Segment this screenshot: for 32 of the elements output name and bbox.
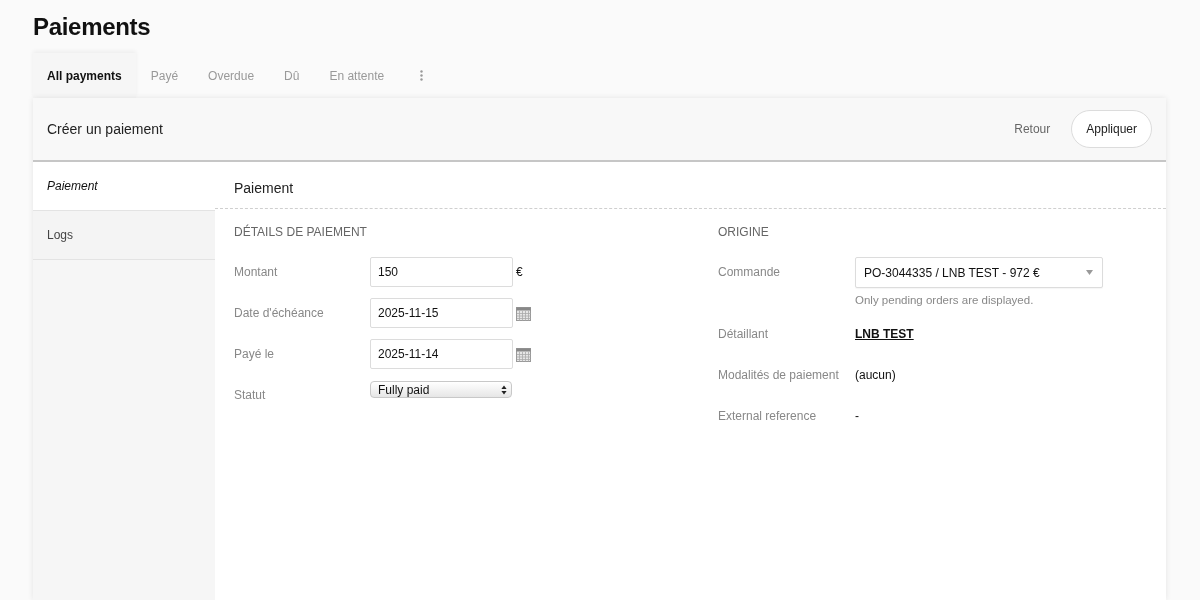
field-label: Commande bbox=[718, 264, 782, 281]
tab[interactable]: All payments bbox=[33, 53, 136, 98]
currency-label: € bbox=[516, 264, 523, 281]
field-label: Détaillant bbox=[718, 326, 770, 343]
calendar-icon[interactable] bbox=[516, 307, 531, 321]
page-title: Paiements bbox=[33, 12, 151, 42]
panel-title: Créer un paiement bbox=[47, 121, 164, 137]
input-field[interactable]: 150 bbox=[370, 257, 513, 287]
calendar-icon[interactable] bbox=[516, 348, 531, 362]
date-field[interactable]: 2025-11-14 bbox=[370, 339, 513, 369]
status-select[interactable]: Fully paid bbox=[370, 381, 512, 398]
caret-icon bbox=[1086, 270, 1093, 275]
group-heading: DÉTAILS DE PAIEMENT bbox=[234, 224, 367, 240]
more-icon[interactable] bbox=[420, 70, 424, 81]
sidebar-item[interactable]: Paiement bbox=[33, 162, 215, 211]
field-label: Statut bbox=[234, 387, 267, 404]
field-value: (aucun) bbox=[855, 367, 896, 384]
field-label: Montant bbox=[234, 264, 279, 281]
field-label: Modalités de paiement bbox=[718, 367, 840, 384]
updown-arrows-icon bbox=[501, 384, 507, 395]
apply-button[interactable]: Appliquer bbox=[1071, 110, 1152, 148]
field-label: Payé le bbox=[234, 346, 276, 363]
field-label: External reference bbox=[718, 408, 818, 425]
section-title: Paiement bbox=[234, 180, 294, 196]
date-field[interactable]: 2025-11-15 bbox=[370, 298, 513, 328]
order-select[interactable]: PO-3044335 / LNB TEST - 972 € bbox=[855, 257, 1103, 288]
field-value: - bbox=[855, 408, 859, 425]
group-heading: ORIGINE bbox=[718, 224, 769, 240]
retailer-link[interactable]: LNB TEST bbox=[855, 319, 914, 349]
help-text: Only pending orders are displayed. bbox=[855, 293, 1034, 308]
back-link[interactable]: Retour bbox=[1014, 122, 1051, 136]
field-label: Date d'échéance bbox=[234, 305, 325, 322]
